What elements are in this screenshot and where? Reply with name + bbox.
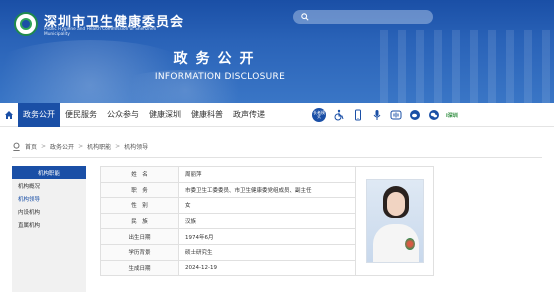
- site-subtitle: Public Hygiene and Health Commission of …: [44, 27, 157, 37]
- row-key: 学历背景: [100, 243, 179, 261]
- section-title-en: INFORMATION DISCLOSURE: [154, 72, 286, 82]
- nav-item-healthy-shenzhen[interactable]: 健康深圳: [144, 103, 186, 127]
- tool-bar: 长者模式 i深圳: [312, 104, 478, 126]
- photo-cell: [355, 165, 434, 277]
- leader-photo: [365, 179, 424, 264]
- nav-item-info-disclosure[interactable]: 政务公开: [18, 102, 60, 127]
- audio-wave-icon[interactable]: [389, 109, 402, 122]
- row-value: 周丽萍: [178, 166, 356, 183]
- row-value: 女: [178, 197, 356, 214]
- site-logo[interactable]: [14, 12, 38, 36]
- sidebar-item-affiliated[interactable]: 直属机构: [12, 218, 86, 231]
- row-key: 职 务: [100, 181, 179, 199]
- section-title: 政务公开: [173, 51, 262, 67]
- row-value: 2024-12-19: [178, 259, 356, 277]
- nav-item-services[interactable]: 便民服务: [60, 103, 102, 127]
- row-key: 姓 名: [100, 166, 179, 183]
- divider: [12, 157, 542, 158]
- row-key: 民 族: [100, 212, 179, 230]
- i-shenzhen-label: i深圳: [446, 112, 458, 119]
- sidebar: 机构职能 机构概况 机构领导 内设机构 直属机构: [12, 166, 86, 292]
- row-value: 汉族: [178, 212, 356, 230]
- sidebar-item-leaders[interactable]: 机构领导: [12, 192, 86, 205]
- nav-item-participation[interactable]: 公众参与: [102, 103, 144, 127]
- wechat-icon[interactable]: [427, 109, 440, 122]
- weibo-icon[interactable]: [408, 109, 421, 122]
- breadcrumb-functions[interactable]: 机构职能: [87, 142, 111, 151]
- breadcrumb-separator: >: [41, 142, 47, 150]
- row-value: 1974年6月: [178, 228, 356, 245]
- header-banner: 深圳市卫生健康委员会 Public Hygiene and Health Com…: [0, 0, 554, 103]
- breadcrumb: 首页 > 政务公开 > 机构职能 > 机构领导: [12, 140, 148, 152]
- search-input[interactable]: [293, 10, 433, 24]
- sidebar-heading: 机构职能: [12, 166, 86, 179]
- home-icon: [5, 110, 13, 119]
- breadcrumb-leaders[interactable]: 机构领导: [124, 142, 148, 151]
- care-mode-label: 长者模式: [313, 110, 325, 119]
- breadcrumb-separator: >: [78, 142, 84, 150]
- row-value: 市委卫生工委委员、市卫生健康委党组成员、副主任: [178, 181, 356, 199]
- sidebar-item-overview[interactable]: 机构概况: [12, 179, 86, 192]
- nav-item-health-science[interactable]: 健康科普: [186, 103, 228, 127]
- table-row: 姓 名 周丽萍: [100, 165, 434, 277]
- accessibility-care-icon[interactable]: 长者模式: [312, 108, 326, 122]
- i-shenzhen-logo[interactable]: i深圳: [446, 109, 478, 121]
- search-icon[interactable]: [301, 13, 309, 21]
- mobile-icon[interactable]: [351, 109, 364, 122]
- photo-flower: [404, 238, 415, 251]
- breadcrumb-separator: >: [115, 142, 121, 150]
- breadcrumb-home[interactable]: 首页: [25, 142, 37, 151]
- emblem-icon: [20, 18, 32, 30]
- nav-item-policy[interactable]: 政声传递: [228, 103, 270, 127]
- row-key: 生成日期: [100, 259, 179, 277]
- microphone-icon[interactable]: [370, 109, 383, 122]
- sidebar-item-internal[interactable]: 内设机构: [12, 205, 86, 218]
- wheelchair-icon[interactable]: [332, 109, 345, 122]
- breadcrumb-info-disclosure[interactable]: 政务公开: [50, 142, 74, 151]
- home-button[interactable]: [0, 103, 18, 127]
- row-key: 出生日期: [100, 228, 179, 245]
- row-value: 硕士研究生: [178, 243, 356, 261]
- profile-table: 姓 名 周丽萍 职 务市委卫生工委委员、市卫生健康委党组成员、副主任 性 别女 …: [100, 165, 434, 277]
- location-pin-icon: [13, 142, 20, 151]
- row-key: 性 别: [100, 197, 179, 214]
- photo-face: [386, 192, 405, 217]
